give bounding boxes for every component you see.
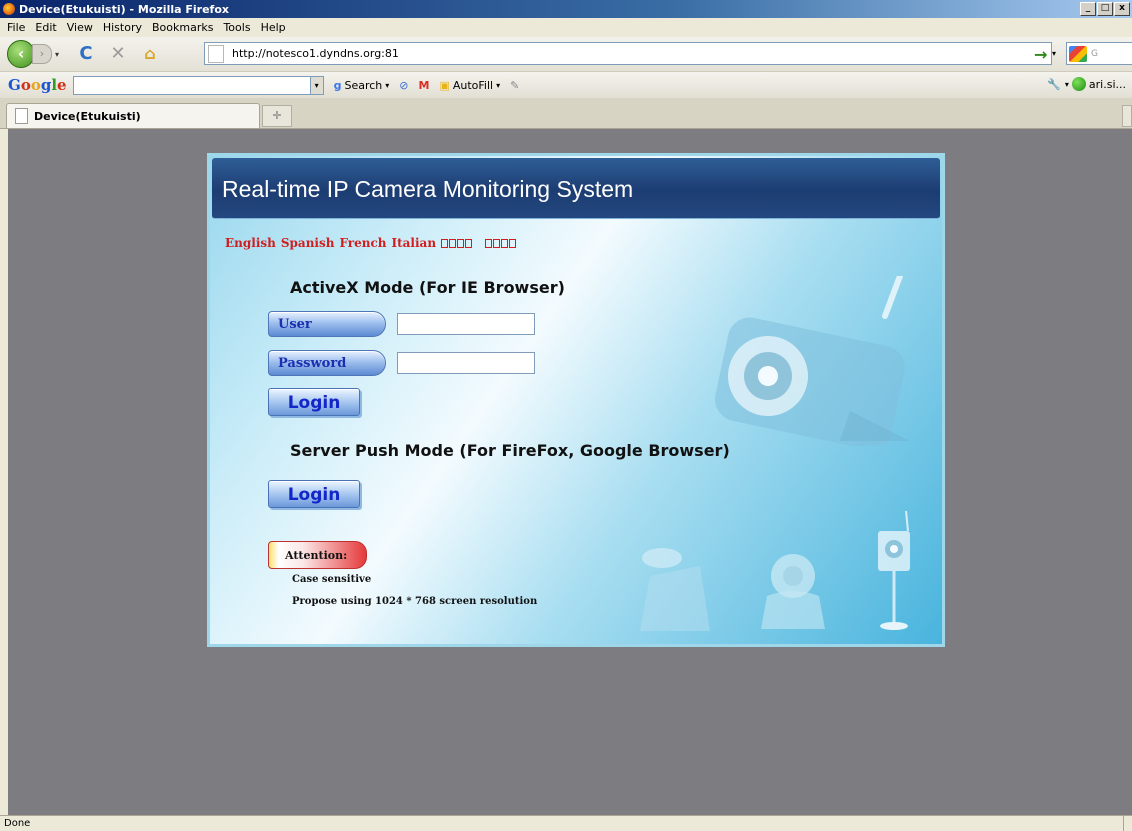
maximize-button[interactable]: □ xyxy=(1097,2,1113,16)
reload-icon[interactable]: C xyxy=(75,43,97,65)
camera-login-panel: Real-time IP Camera Monitoring System En… xyxy=(207,153,945,647)
menu-tools[interactable]: Tools xyxy=(223,21,250,34)
tab-list-button[interactable] xyxy=(1122,105,1132,127)
lang-spanish[interactable]: Spanish xyxy=(281,236,335,250)
dome-camera-icon xyxy=(640,548,710,631)
go-arrow-icon[interactable]: → xyxy=(1034,45,1047,64)
stop-icon[interactable]: ✕ xyxy=(107,43,129,65)
autofill-button[interactable]: ▣ AutoFill ▾ xyxy=(439,79,500,92)
note-case-sensitive: Case sensitive xyxy=(292,574,372,585)
wrench-icon[interactable]: 🔧 xyxy=(1047,78,1061,91)
lang-unreadable-1[interactable] xyxy=(441,238,473,248)
close-button[interactable]: x xyxy=(1114,2,1130,16)
gmail-icon[interactable]: M xyxy=(419,79,430,92)
search-box[interactable]: G xyxy=(1066,42,1132,65)
window-controls: _ □ x xyxy=(1080,2,1130,16)
status-bar: Done xyxy=(0,815,1132,831)
activex-login-button[interactable]: Login xyxy=(268,388,360,416)
navigation-toolbar: ‹ › ▾ C ✕ ⌂ http://notesco1.dyndns.org:8… xyxy=(0,37,1132,72)
password-label: Password xyxy=(268,350,386,376)
page-banner: Real-time IP Camera Monitoring System xyxy=(212,158,940,219)
menu-help[interactable]: Help xyxy=(261,21,286,34)
lang-italian[interactable]: Italian xyxy=(392,236,437,250)
compass-icon[interactable]: ⊘ xyxy=(399,79,408,92)
resize-grip[interactable] xyxy=(1123,816,1132,831)
google-account-area: 🔧 ▾ ari.si... xyxy=(1047,77,1126,91)
menu-history[interactable]: History xyxy=(103,21,142,34)
home-icon[interactable]: ⌂ xyxy=(139,43,161,65)
google-logo[interactable]: Google xyxy=(8,76,67,94)
chevron-down-icon: ▾ xyxy=(496,80,501,90)
tab-device-etukuisti[interactable]: Device(Etukuisti) xyxy=(6,103,260,128)
autofill-icon: ▣ xyxy=(439,78,450,92)
tab-label: Device(Etukuisti) xyxy=(34,109,141,123)
menu-view[interactable]: View xyxy=(67,21,93,34)
firefox-icon xyxy=(3,3,15,15)
chevron-down-icon: ▾ xyxy=(385,80,390,90)
url-bar[interactable]: http://notesco1.dyndns.org:81 xyxy=(204,42,1052,65)
menu-bookmarks[interactable]: Bookmarks xyxy=(152,21,213,34)
ip-camera-large-icon xyxy=(715,276,910,446)
activex-heading: ActiveX Mode (For IE Browser) xyxy=(290,278,565,297)
google-toolbar: Google ▾ g Search ▾ ⊘ M ▣ AutoFill ▾ ✎ 🔧… xyxy=(0,72,1132,99)
google-icon: g xyxy=(333,78,342,92)
google-search-engine-icon[interactable] xyxy=(1069,45,1087,62)
status-text: Done xyxy=(4,818,31,829)
lang-english[interactable]: English xyxy=(225,236,276,250)
page-icon xyxy=(208,44,224,63)
menu-file[interactable]: File xyxy=(7,21,25,34)
url-dropdown-icon[interactable]: ▾ xyxy=(1052,49,1056,58)
menu-bar: File Edit View History Bookmarks Tools H… xyxy=(0,18,1132,38)
window-title-bar: Device(Etukuisti) - Mozilla Firefox _ □ … xyxy=(0,0,1132,18)
tab-bar: Device(Etukuisti) ✛ xyxy=(0,98,1132,129)
attention-badge: Attention: xyxy=(268,541,367,569)
google-search-label: Search xyxy=(344,78,383,92)
url-text[interactable]: http://notesco1.dyndns.org:81 xyxy=(232,47,399,60)
server-push-login-button[interactable]: Login xyxy=(268,480,360,508)
history-dropdown-icon[interactable]: ▾ xyxy=(55,50,65,59)
google-search-button[interactable]: g Search ▾ xyxy=(334,79,390,92)
window-title: Device(Etukuisti) - Mozilla Firefox xyxy=(19,2,229,16)
google-search-input[interactable] xyxy=(72,75,311,95)
user-label: User xyxy=(268,311,386,337)
note-screen-resolution: Propose using 1024 * 768 screen resoluti… xyxy=(292,596,538,607)
new-tab-button[interactable]: ✛ xyxy=(262,105,292,127)
server-push-heading: Server Push Mode (For FireFox, Google Br… xyxy=(290,441,730,460)
language-links: English Spanish French Italian xyxy=(225,236,521,250)
page-icon xyxy=(15,108,28,124)
ptz-camera-icon xyxy=(761,554,825,629)
sidebar-edge xyxy=(0,129,8,815)
box-camera-icon xyxy=(878,511,910,630)
chevron-down-icon[interactable]: ▾ xyxy=(1065,80,1069,89)
page-content: Real-time IP Camera Monitoring System En… xyxy=(8,129,1132,815)
minimize-button[interactable]: _ xyxy=(1080,2,1096,16)
pen-icon[interactable]: ✎ xyxy=(510,79,519,92)
search-engine-hint: G xyxy=(1091,48,1098,59)
forward-button[interactable]: › xyxy=(32,44,52,64)
menu-edit[interactable]: Edit xyxy=(35,21,56,34)
online-status-icon xyxy=(1071,77,1086,91)
lang-french[interactable]: French xyxy=(339,236,386,250)
account-name[interactable]: ari.si... xyxy=(1089,78,1126,91)
google-search-dropdown-icon[interactable]: ▾ xyxy=(310,75,324,95)
password-input[interactable] xyxy=(397,352,535,374)
user-input[interactable] xyxy=(397,313,535,335)
autofill-label: AutoFill xyxy=(452,78,494,92)
lang-unreadable-2[interactable] xyxy=(485,238,517,248)
back-button[interactable]: ‹ xyxy=(7,40,35,68)
page-title: Real-time IP Camera Monitoring System xyxy=(222,176,634,202)
